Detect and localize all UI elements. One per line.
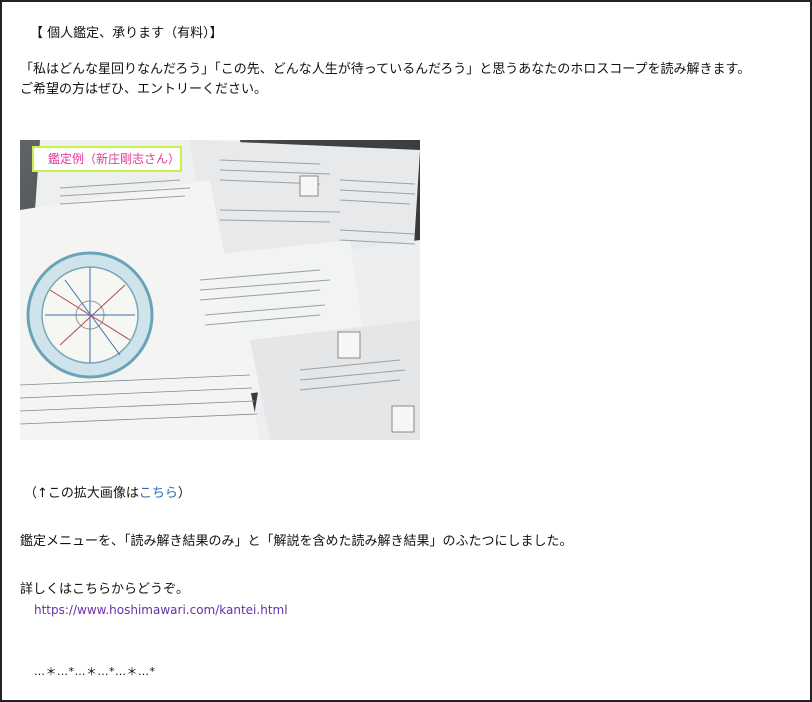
intro-line-2: ご希望の方はぜひ、エントリーください。 <box>20 82 268 97</box>
details-text: 詳しくはこちらからどうぞ。 <box>20 582 190 597</box>
enlarge-link[interactable]: こちら <box>139 486 178 501</box>
page-frame: 【 個人鑑定、承ります（有料）】 「私はどんな星回りなんだろう」「この先、どんな… <box>0 0 812 702</box>
intro-line-1: 「私はどんな星回りなんだろう」「この先、どんな人生が待っているんだろう」と思うあ… <box>20 62 751 77</box>
reading-example-photo[interactable]: 鑑定例（新庄剛志さん） <box>20 140 420 440</box>
photo-illustration <box>20 140 420 440</box>
enlarge-suffix: ） <box>177 486 191 501</box>
decorative-divider: …＊…*…＊…*…＊…* <box>34 665 156 678</box>
section-heading: 【 個人鑑定、承ります（有料）】 <box>30 26 223 41</box>
enlarge-note: （↑この拡大画像はこちら） <box>24 484 191 504</box>
kantei-url-link[interactable]: https://www.hoshimawari.com/kantei.html <box>34 600 288 620</box>
image-caption: 鑑定例（新庄剛志さん） <box>32 146 182 172</box>
enlarge-prefix: （↑この拡大画像は <box>24 486 139 501</box>
menu-description: 鑑定メニューを、「読み解き結果のみ」と「解説を含めた読み解き結果」のふたつにしま… <box>20 534 573 549</box>
